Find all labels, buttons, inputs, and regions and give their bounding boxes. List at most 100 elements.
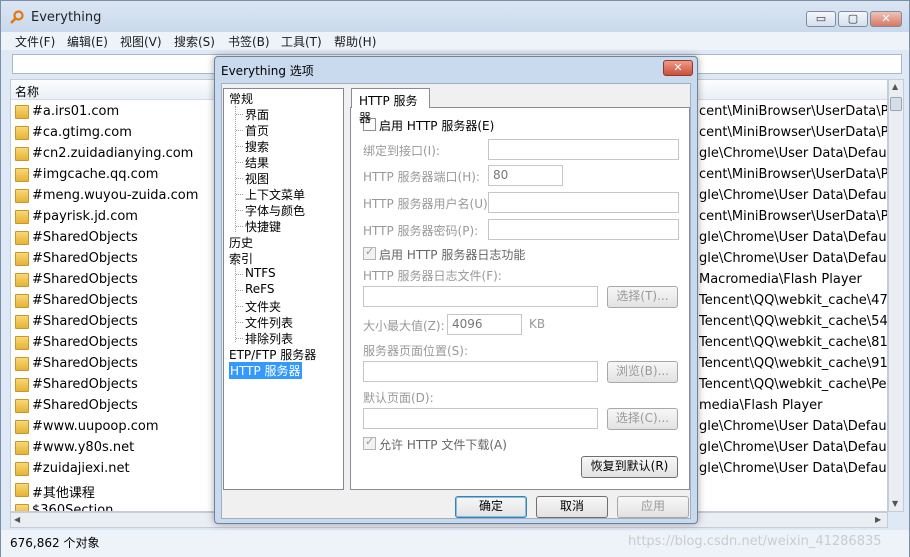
folder-icon — [15, 357, 29, 371]
item-name: #meng.wuyou-zuida.com — [32, 188, 199, 203]
tree-item-index-child-0[interactable]: NTFS — [245, 266, 276, 280]
tree-item-history[interactable]: 历史 — [229, 234, 253, 251]
folder-icon — [15, 147, 29, 161]
enable-log-checkbox[interactable] — [363, 245, 376, 260]
tree-item-index[interactable]: 索引 — [229, 250, 253, 267]
tree-item-general-child-6[interactable]: 字体与颜色 — [245, 202, 305, 219]
log-file-input[interactable] — [363, 286, 598, 307]
tab-http-server[interactable]: HTTP 服务器 — [351, 88, 430, 125]
menu-view[interactable]: 视图(V) — [120, 33, 162, 50]
item-path: Tencent\QQ\webkit_cache\Peppe — [699, 377, 887, 392]
dialog-title-bar: Everything 选项 ✕ — [215, 57, 697, 81]
bind-interface-label: 绑定到接口(I): — [363, 144, 440, 158]
ok-button[interactable]: 确定 — [455, 496, 527, 518]
menu-edit[interactable]: 编辑(E) — [67, 33, 108, 50]
options-tree[interactable]: 常规 界面 首页 搜索 结果 视图 上下文菜单 字体与颜色 快捷键 历史 索引 NTFS ReF… — [223, 88, 344, 490]
tree-connector — [236, 194, 243, 195]
folder-icon — [15, 483, 29, 497]
item-path: cent\MiniBrowser\UserData\Pep — [699, 104, 888, 119]
log-file-label: HTTP 服务器日志文件(F): — [363, 269, 502, 283]
maximize-button[interactable]: ▢ — [838, 11, 868, 27]
tree-item-general-child-4[interactable]: 视图 — [245, 170, 269, 187]
column-header-label: 名称 — [15, 85, 40, 99]
max-size-unit: KB — [529, 317, 546, 331]
folder-icon — [15, 315, 29, 329]
tree-item-general[interactable]: 常规 — [229, 90, 253, 107]
scroll-left-icon[interactable]: ◀ — [14, 515, 20, 524]
item-name: #SharedObjects — [32, 251, 138, 266]
page-location-input[interactable] — [363, 361, 598, 382]
select-log-button[interactable]: 选择(T)... — [607, 286, 678, 308]
max-size-input[interactable]: 4096 — [447, 314, 522, 335]
tree-item-general-child-2[interactable]: 搜索 — [245, 138, 269, 155]
item-name: #www.uupoop.com — [32, 419, 159, 434]
item-name: #payrisk.jd.com — [32, 209, 138, 224]
close-button[interactable]: ✕ — [870, 11, 902, 27]
bind-interface-input[interactable] — [488, 139, 679, 160]
item-path: Tencent\QQ\webkit_cache\81457 — [699, 335, 888, 350]
tree-item-index-child-3[interactable]: 文件列表 — [245, 314, 293, 331]
item-path: gle\Chrome\User Data\Default\ — [699, 419, 888, 434]
cancel-button[interactable]: 取消 — [536, 496, 608, 518]
tree-item-general-child-5[interactable]: 上下文菜单 — [245, 186, 305, 203]
restore-defaults-button[interactable]: 恢复到默认(R) — [581, 456, 678, 478]
password-input[interactable] — [488, 219, 679, 240]
scroll-up-icon[interactable]: ▲ — [892, 82, 898, 91]
tree-item-general-child-0[interactable]: 界面 — [245, 106, 269, 123]
default-page-label: 默认页面(D): — [363, 391, 434, 405]
menu-tools[interactable]: 工具(T) — [281, 33, 322, 50]
tree-item-general-child-1[interactable]: 首页 — [245, 122, 269, 139]
item-name: #SharedObjects — [32, 377, 138, 392]
port-label: HTTP 服务器端口(H): — [363, 170, 480, 184]
tree-item-http[interactable]: HTTP 服务器 — [229, 362, 302, 379]
vertical-scrollbar[interactable]: ▲ ▼ — [888, 79, 904, 512]
dialog-close-button[interactable]: ✕ — [663, 60, 693, 76]
browse-button[interactable]: 浏览(B)... — [607, 361, 678, 383]
magnifier-icon — [10, 10, 24, 24]
allow-download-checkbox[interactable] — [363, 435, 376, 450]
folder-icon — [15, 294, 29, 308]
scroll-down-icon[interactable]: ▼ — [892, 499, 898, 508]
watermark: https://blog.csdn.net/weixin_41286835 — [628, 534, 882, 549]
menu-help[interactable]: 帮助(H) — [334, 33, 376, 50]
tree-item-index-child-4[interactable]: 排除列表 — [245, 330, 293, 347]
tree-item-general-child-3[interactable]: 结果 — [245, 154, 269, 171]
folder-icon — [15, 399, 29, 413]
folder-icon — [15, 378, 29, 392]
tree-connector — [236, 290, 243, 291]
tree-connector — [236, 226, 243, 227]
tree-item-index-child-2[interactable]: 文件夹 — [245, 298, 281, 315]
folder-icon — [15, 189, 29, 203]
select-default-page-button[interactable]: 选择(C)... — [607, 408, 678, 430]
menu-bookmarks[interactable]: 书签(B) — [228, 33, 270, 50]
folder-icon — [15, 252, 29, 266]
default-page-input[interactable] — [363, 408, 598, 429]
password-label: HTTP 服务器密码(P): — [363, 224, 479, 238]
folder-icon — [15, 168, 29, 182]
allow-download-label: 允许 HTTP 文件下载(A) — [379, 438, 507, 452]
port-input[interactable]: 80 — [488, 165, 563, 186]
item-name: #www.y80s.net — [32, 440, 135, 455]
item-path: gle\Chrome\User Data\Default\ — [699, 146, 888, 161]
item-path: cent\MiniBrowser\UserData\Pep — [699, 167, 888, 182]
username-input[interactable] — [488, 192, 679, 213]
page-location-label: 服务器页面位置(S): — [363, 344, 469, 358]
menu-search[interactable]: 搜索(S) — [174, 33, 215, 50]
item-name: #SharedObjects — [32, 398, 138, 413]
apply-button[interactable]: 应用 — [617, 496, 689, 518]
item-name: #SharedObjects — [32, 293, 138, 308]
options-dialog: Everything 选项 ✕ 常规 界面 首页 搜索 结果 视图 上下文菜单 字体与颜色快… — [214, 56, 698, 524]
minimize-button[interactable]: ▭ — [806, 11, 836, 27]
scroll-right-icon[interactable]: ▶ — [875, 515, 881, 524]
menu-file[interactable]: 文件(F) — [15, 33, 55, 50]
item-path: Tencent\QQ\webkit_cache\54233 — [699, 314, 888, 329]
tree-item-general-child-7[interactable]: 快捷键 — [245, 218, 281, 235]
tree-item-etp-ftp[interactable]: ETP/FTP 服务器 — [229, 346, 316, 363]
item-name: $360Section — [32, 503, 114, 512]
folder-icon — [15, 420, 29, 434]
scroll-thumb[interactable] — [890, 97, 902, 111]
folder-icon — [15, 504, 29, 511]
folder-icon — [15, 336, 29, 350]
tree-item-index-child-1[interactable]: ReFS — [245, 282, 275, 296]
dialog-body: 常规 界面 首页 搜索 结果 视图 上下文菜单 字体与颜色 快捷键 历史 索引 NTFS ReF… — [221, 83, 691, 519]
